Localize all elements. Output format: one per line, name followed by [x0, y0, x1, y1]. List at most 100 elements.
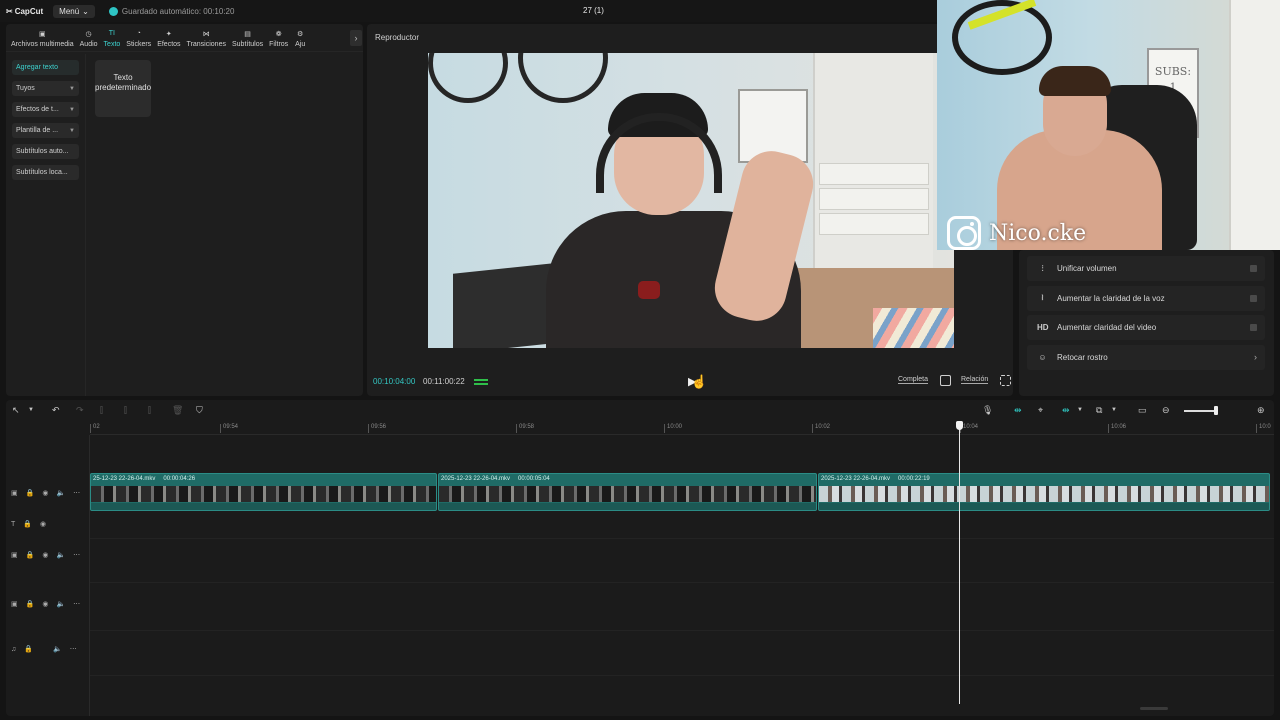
tab-filtros[interactable]: ❁ Filtros — [266, 28, 291, 51]
chevron-down-icon[interactable]: ▼ — [1111, 407, 1117, 413]
split-right-icon[interactable]: ⫿ — [148, 405, 151, 416]
video-preview[interactable] — [428, 53, 954, 348]
menu-button[interactable]: Menú ⌄ — [53, 4, 95, 18]
more-icon[interactable]: ⋯ — [73, 489, 80, 497]
video-clip[interactable]: 2025-12-23 22-26-04.mkv 00:00:22:19 — [818, 473, 1270, 511]
toggle-checkbox[interactable] — [1250, 294, 1257, 302]
split-icon[interactable]: ⫿ — [100, 405, 103, 416]
select-cursor-icon[interactable]: ↖ — [12, 405, 20, 416]
lock-icon[interactable]: 🔒 — [24, 645, 33, 653]
voice-wave-icon: ⧘ — [1041, 293, 1044, 302]
preview-axis-icon[interactable]: ⧉ — [1096, 405, 1102, 416]
tab-label: Filtros — [269, 41, 289, 48]
auto-snap-icon[interactable]: ⌖ — [1038, 405, 1043, 416]
split-left-icon[interactable]: ⫿ — [124, 405, 127, 416]
chevron-down-icon: ▼ — [69, 106, 75, 113]
main-track-magnet-icon[interactable]: ⇹ — [1014, 405, 1022, 416]
project-title[interactable]: 27 (1) — [583, 6, 604, 15]
text-nav-label: Plantilla de ... — [16, 127, 59, 134]
volume-icon[interactable]: 🔈 — [53, 645, 62, 653]
microphone-icon[interactable]: 🎙 — [982, 405, 993, 416]
fullscreen-icon[interactable] — [1000, 375, 1011, 386]
tab-aju[interactable]: ⚙ Aju — [291, 28, 309, 51]
tabs-scroll-right-button[interactable]: › — [350, 30, 362, 46]
volume-icon[interactable]: 🔈 — [56, 489, 65, 497]
tab-subt-tulos[interactable]: ▤ Subtítulos — [229, 28, 266, 51]
eye-icon[interactable]: ◉ — [42, 551, 48, 559]
text-nav-item[interactable]: Subtítulos auto... — [12, 144, 79, 159]
enhance-item[interactable]: ☺ Retocar rostro › — [1027, 344, 1265, 370]
lock-icon[interactable]: 🔒 — [26, 489, 35, 497]
text-nav-item[interactable]: Subtítulos loca... — [12, 165, 79, 180]
lane-divider — [90, 582, 1274, 583]
filters-icon: ❁ — [275, 30, 282, 38]
text-nav-item[interactable]: Plantilla de ... ▼ — [12, 123, 79, 138]
lock-icon[interactable]: 🔒 — [23, 520, 32, 528]
more-icon[interactable]: ⋯ — [73, 600, 80, 608]
webcam-shelf — [1229, 0, 1280, 250]
ruler-tick-label: 10:02 — [812, 424, 830, 433]
shield-icon[interactable]: ⛉ — [196, 405, 203, 416]
default-text-card[interactable]: Texto predeterminado — [95, 60, 151, 117]
video-clip[interactable]: 2025-12-23 22-26-04.mkv 00:00:05:04 — [438, 473, 817, 511]
timeline-scrollbar[interactable] — [1140, 707, 1168, 710]
zoom-slider-knob[interactable] — [1214, 406, 1218, 415]
link-icon[interactable]: ⇹ — [1062, 405, 1070, 416]
more-icon[interactable]: ⋯ — [70, 645, 77, 653]
effects-icon: ✦ — [165, 30, 172, 38]
enhance-item[interactable]: ⫶ Unificar volumen — [1027, 256, 1265, 281]
logo-icon: ✂ — [6, 6, 13, 16]
track-header-audio: ♫ 🔒 🔈 ⋯ — [11, 643, 77, 655]
enhance-item-label: Unificar volumen — [1057, 264, 1117, 273]
tab-efectos[interactable]: ✦ Efectos — [154, 28, 183, 51]
zoom-out-icon[interactable]: ⊖ — [1162, 405, 1170, 416]
eye-icon[interactable]: ◉ — [42, 489, 48, 497]
tab-label: Transiciones — [186, 41, 226, 48]
transitions-icon: ⋈ — [202, 30, 210, 38]
full-quality-button[interactable]: Completa — [898, 376, 928, 384]
chevron-down-icon: ▼ — [69, 127, 75, 134]
delete-icon[interactable]: 🗑 — [172, 405, 183, 416]
caption-icon[interactable]: ▭ — [1138, 405, 1147, 416]
tab-transiciones[interactable]: ⋈ Transiciones — [184, 28, 229, 51]
text-nav-label: Subtítulos auto... — [16, 148, 69, 155]
eye-icon[interactable]: ◉ — [40, 520, 46, 528]
text-nav-item[interactable]: Agregar texto — [12, 60, 79, 75]
chevron-down-icon[interactable]: ▼ — [1077, 407, 1083, 413]
undo-icon[interactable]: ↶ — [52, 405, 60, 416]
volume-icon[interactable]: 🔈 — [56, 551, 65, 559]
video-clip[interactable]: 25-12-23 22-26-04.mkv 00:00:04:26 — [90, 473, 437, 511]
tab-texto[interactable]: TI Texto — [101, 28, 124, 51]
zoom-fit-icon[interactable]: ⊕ — [1257, 405, 1265, 416]
enhance-item-label: Aumentar claridad del video — [1057, 323, 1157, 332]
timeline-grid-icon[interactable] — [474, 379, 488, 385]
volume-icon[interactable]: 🔈 — [56, 600, 65, 608]
enhance-item[interactable]: HD Aumentar claridad del video — [1027, 315, 1265, 340]
lock-icon[interactable]: 🔒 — [26, 551, 35, 559]
eye-icon[interactable]: ◉ — [42, 600, 48, 608]
tab-audio[interactable]: ◷ Audio — [77, 28, 101, 51]
toggle-checkbox[interactable] — [1250, 324, 1257, 331]
enhance-item[interactable]: ⧘ Aumentar la claridad de la voz — [1027, 285, 1265, 311]
time-ruler[interactable]: 02 09:54 09:56 09:58 10:00 10:02 10:04 10:06 10:… — [90, 421, 1274, 435]
playhead[interactable] — [959, 421, 960, 704]
clip-name: 25-12-23 22-26-04.mkv — [93, 476, 156, 482]
zoom-slider[interactable] — [1184, 410, 1218, 412]
crop-icon[interactable] — [940, 375, 951, 386]
audio-icon: ◷ — [85, 30, 92, 38]
lock-icon[interactable]: 🔒 — [26, 600, 35, 608]
aspect-ratio-button[interactable]: Relación — [961, 376, 989, 384]
chevron-down-icon[interactable]: ▼ — [28, 407, 34, 413]
redo-icon[interactable]: ↷ — [76, 405, 84, 416]
playhead-handle[interactable] — [956, 421, 963, 430]
text-nav-item[interactable]: Efectos de t... ▼ — [12, 102, 79, 117]
more-icon[interactable]: ⋯ — [73, 551, 80, 559]
text-nav-item[interactable]: Tuyos ▼ — [12, 81, 79, 96]
tab-stickers[interactable]: ◔ Stickers — [123, 28, 154, 51]
text-nav-label: Tuyos — [16, 85, 35, 92]
toggle-checkbox[interactable] — [1250, 265, 1257, 272]
tab-archivos-multimedia[interactable]: ▣ Archivos multimedia — [8, 28, 77, 51]
track-header-main: ▣ 🔒 ◉ 🔈 ⋯ — [11, 487, 80, 499]
tab-label: Texto — [103, 41, 121, 48]
chevron-right-icon: › — [1254, 352, 1257, 362]
